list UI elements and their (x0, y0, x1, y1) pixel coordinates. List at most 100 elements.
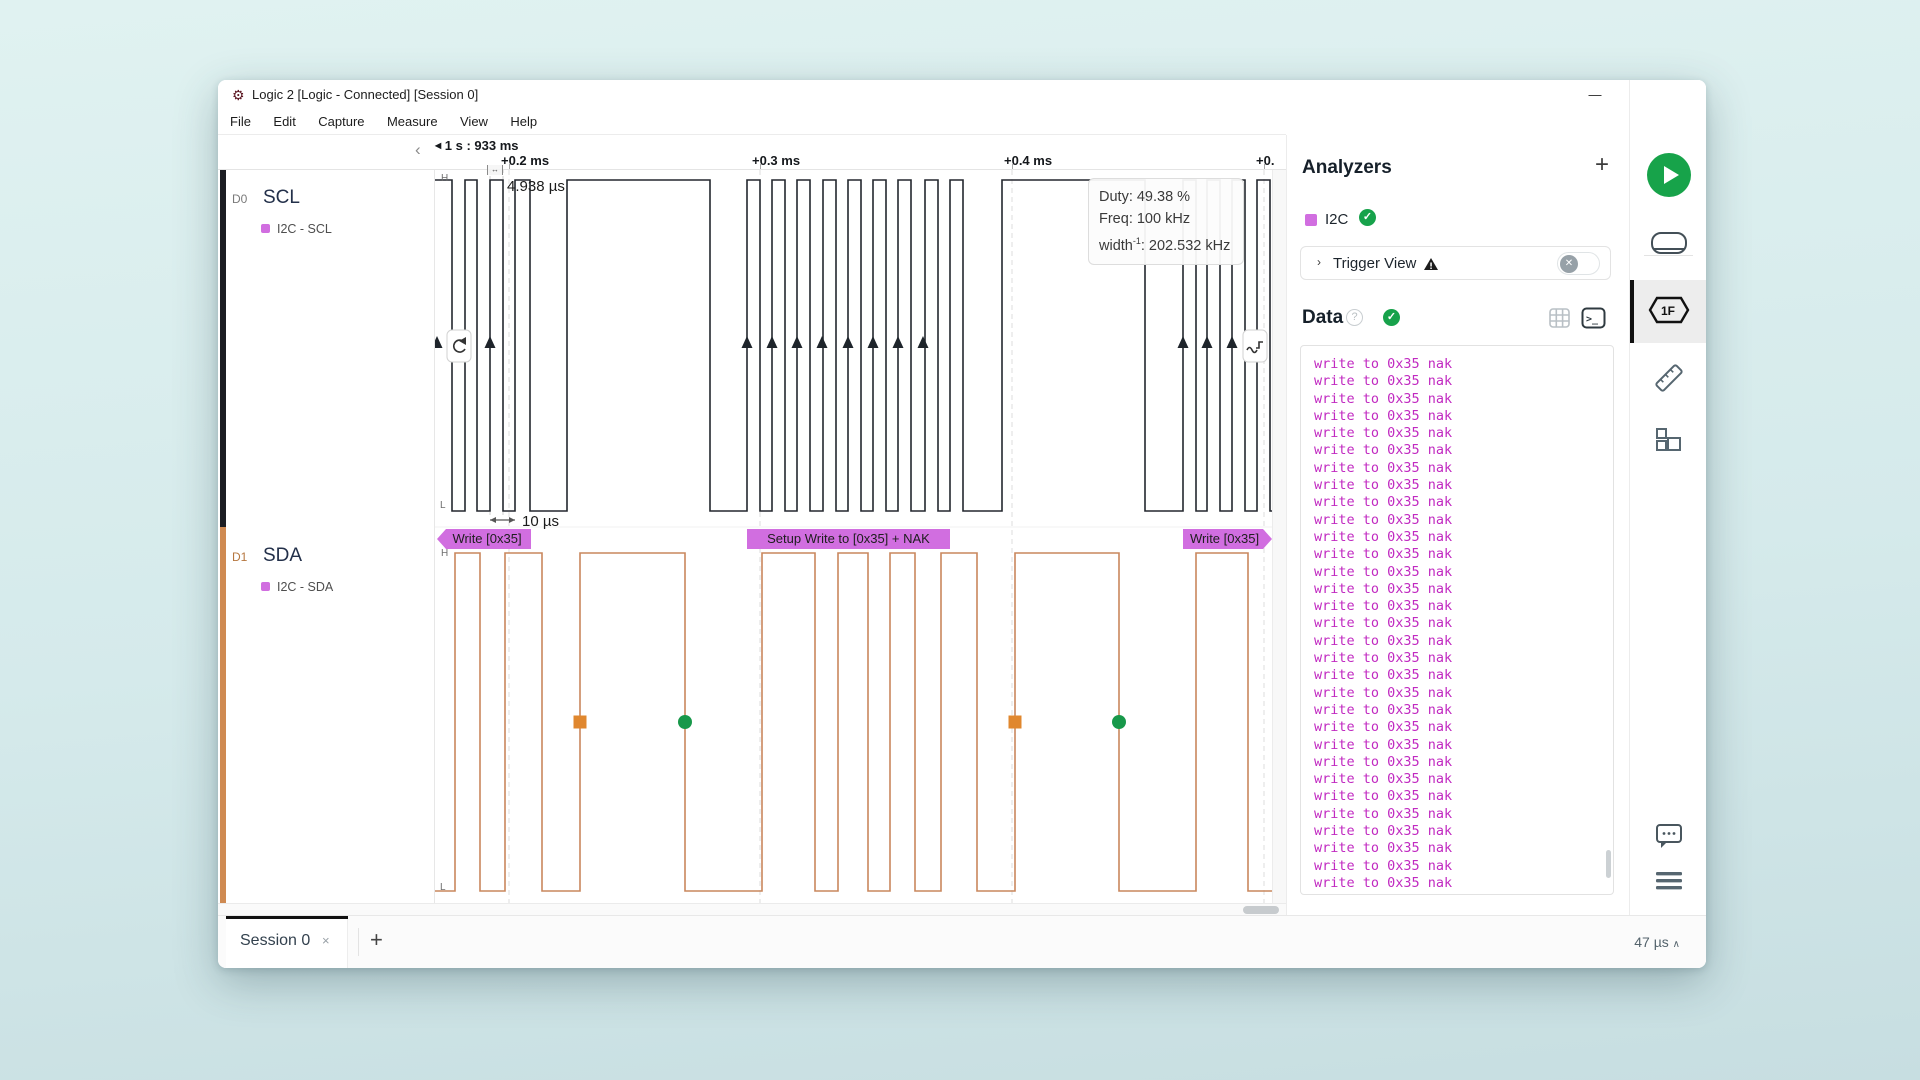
data-results-list[interactable]: write to 0x35 nakwrite to 0x35 nakwrite … (1300, 345, 1614, 895)
extensions-button[interactable] (1630, 427, 1706, 460)
data-row: write to 0x35 nak (1314, 373, 1613, 390)
trigger-view-row[interactable]: › Trigger View ✕ (1300, 246, 1611, 280)
table-view-icon[interactable] (1549, 308, 1570, 328)
ruler-icon (1652, 362, 1686, 394)
extensions-icon (1654, 427, 1684, 455)
channel-d0-color-strip (220, 170, 226, 527)
minimize-button[interactable]: — (1578, 80, 1612, 110)
timeline-ruler[interactable]: ‹ ◀ 1 s : 933 ms +0.2 ms +0.3 ms +0.4 ms… (218, 135, 1286, 170)
timeline-back-chevron-icon[interactable]: ‹ (415, 140, 421, 160)
menu-view[interactable]: View (451, 110, 497, 134)
menu-file[interactable]: File (221, 110, 260, 134)
capture-info-button[interactable]: 1F (1630, 296, 1706, 329)
session-tab-label: Session 0 (240, 932, 310, 950)
data-row: write to 0x35 nak (1314, 460, 1613, 477)
horizontal-scrollbar-track[interactable] (218, 903, 1286, 915)
annotation-write-2[interactable]: Write [0x35] (1183, 529, 1272, 549)
device-id-1f-icon: 1F (1648, 296, 1690, 324)
right-toolbar: 1F (1629, 80, 1706, 915)
data-row: write to 0x35 nak (1314, 840, 1613, 857)
vertical-scrollbar-track[interactable] (1272, 170, 1286, 915)
start-capture-button[interactable] (1630, 153, 1706, 202)
new-session-button[interactable]: + (370, 927, 383, 953)
data-row: write to 0x35 nak (1314, 356, 1613, 373)
tooltip-duty: Duty: 49.38 % (1099, 186, 1233, 208)
tab-session-0[interactable]: Session 0 × (226, 916, 348, 968)
data-row: write to 0x35 nak (1314, 754, 1613, 771)
ruler-tick (509, 164, 510, 169)
channel-d1-name[interactable]: SDA (263, 545, 302, 567)
data-title: Data (1302, 307, 1343, 329)
chevron-right-icon[interactable]: › (1317, 255, 1321, 269)
data-row: write to 0x35 nak (1314, 806, 1613, 823)
menu-edit[interactable]: Edit (264, 110, 304, 134)
measurement-tooltip: Duty: 49.38 % Freq: 100 kHz width-1: 202… (1088, 178, 1244, 265)
sda-low-label: L (440, 882, 446, 893)
channel-label-column: D0 SCL I2C - SCL D1 SDA I2C - SDA (218, 170, 435, 903)
annotation-setup-write[interactable]: Setup Write to [0x35] + NAK (747, 529, 950, 549)
waveform-plot[interactable]: 4.938 µs10 µs H L H L ↔ Write [0x35] Set… (435, 170, 1272, 903)
analyzers-title: Analyzers (1302, 157, 1392, 179)
annotation-write-1[interactable]: Write [0x35] (437, 529, 531, 549)
data-row: write to 0x35 nak (1314, 875, 1613, 892)
help-icon[interactable]: ? (1346, 309, 1363, 326)
title-bar[interactable]: ⚙ Logic 2 [Logic - Connected] [Session 0… (218, 80, 1706, 110)
trigger-view-toggle[interactable]: ✕ (1557, 252, 1600, 275)
svg-text:1F: 1F (1661, 304, 1675, 318)
add-analyzer-button[interactable]: + (1595, 155, 1609, 175)
menu-capture[interactable]: Capture (309, 110, 373, 134)
data-row: write to 0x35 nak (1314, 391, 1613, 408)
ruler-tick (1012, 164, 1013, 169)
chat-bubble-icon (1654, 822, 1684, 850)
main-menu-button[interactable] (1630, 870, 1706, 897)
menu-help[interactable]: Help (501, 110, 546, 134)
anchor-marker-icon: ◀ (435, 141, 441, 150)
measure-handle-icon[interactable]: ↔ (487, 165, 503, 175)
analyzer-color-icon (261, 224, 270, 233)
data-row: write to 0x35 nak (1314, 598, 1613, 615)
data-row: write to 0x35 nak (1314, 581, 1613, 598)
analyzer-color-icon (1305, 214, 1317, 226)
analyzer-color-icon (261, 582, 270, 591)
scl-high-label: H (441, 173, 448, 184)
close-tab-icon[interactable]: × (322, 933, 330, 948)
terminal-view-icon[interactable]: >_ (1581, 307, 1606, 329)
timeline-anchor: ◀ 1 s : 933 ms (435, 138, 519, 153)
sda-high-label: H (441, 548, 448, 559)
device-settings-button[interactable] (1630, 230, 1706, 265)
channel-d0-analyzer[interactable]: I2C - SCL (261, 222, 332, 236)
data-row: write to 0x35 nak (1314, 685, 1613, 702)
channel-d1-analyzer[interactable]: I2C - SDA (261, 580, 333, 594)
data-row: write to 0x35 nak (1314, 858, 1613, 875)
app-logo-icon: ⚙ (232, 87, 245, 103)
channel-d1-id: D1 (232, 550, 247, 564)
data-row: write to 0x35 nak (1314, 615, 1613, 632)
data-row: write to 0x35 nak (1314, 408, 1613, 425)
data-row: write to 0x35 nak (1314, 633, 1613, 650)
analyzer-ok-badge-icon: ✓ (1359, 209, 1376, 226)
data-row: write to 0x35 nak (1314, 771, 1613, 788)
menu-measure[interactable]: Measure (378, 110, 447, 134)
device-icon (1649, 230, 1689, 260)
data-scrollbar-thumb[interactable] (1606, 850, 1611, 878)
tab-separator (358, 928, 359, 956)
data-row: write to 0x35 nak (1314, 477, 1613, 494)
tick-label-05ms: +0. (1256, 153, 1274, 168)
channel-d0-id: D0 (232, 192, 247, 206)
feedback-button[interactable] (1630, 822, 1706, 855)
data-row: write to 0x35 nak (1314, 546, 1613, 563)
measurements-button[interactable] (1630, 362, 1706, 399)
data-row: write to 0x35 nak (1314, 425, 1613, 442)
horizontal-scrollbar-thumb[interactable] (1243, 906, 1279, 914)
data-row: write to 0x35 nak (1314, 442, 1613, 459)
data-row: write to 0x35 nak (1314, 737, 1613, 754)
session-tab-bar: Session 0 × + 47 µs ∧ (218, 915, 1706, 968)
data-row: write to 0x35 nak (1314, 667, 1613, 684)
capture-duration[interactable]: 47 µs ∧ (1634, 934, 1680, 950)
channel-d0-name[interactable]: SCL (263, 187, 300, 209)
data-row: write to 0x35 nak (1314, 719, 1613, 736)
svg-text:10 µs: 10 µs (522, 513, 559, 530)
terminal-glyph: >_ (1586, 314, 1599, 325)
data-row: write to 0x35 nak (1314, 529, 1613, 546)
data-row: write to 0x35 nak (1314, 702, 1613, 719)
